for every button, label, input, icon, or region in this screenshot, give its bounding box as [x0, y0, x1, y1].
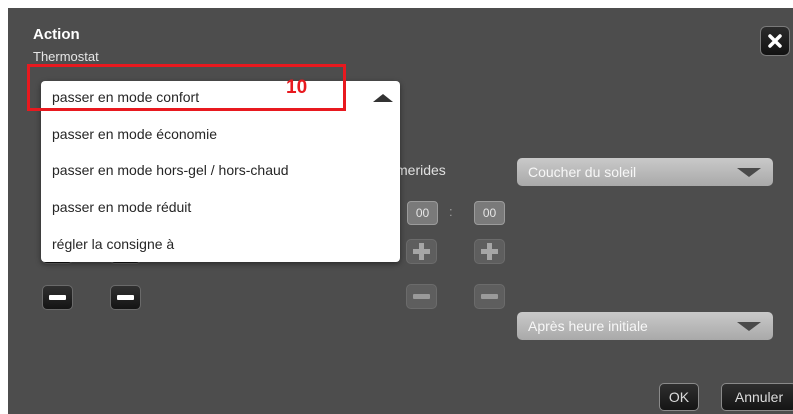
ephemerides-select[interactable]: Coucher du soleil: [517, 158, 773, 186]
dropdown-option-hors-gel[interactable]: passer en mode hors-gel / hors-chaud: [52, 162, 289, 178]
plus-icon: [413, 243, 430, 260]
dialog-title: Action: [33, 26, 80, 43]
plus-icon: [481, 243, 498, 260]
time-separator: :: [449, 204, 453, 219]
chevron-down-icon: [737, 168, 761, 177]
step-number-label: 10: [286, 77, 308, 98]
cancel-button[interactable]: Annuler: [721, 383, 793, 411]
minus-icon: [117, 295, 134, 300]
hour-field[interactable]: 00: [407, 201, 438, 225]
offset-select-value: Après heure initiale: [528, 318, 648, 334]
caret-up-icon[interactable]: [373, 94, 393, 102]
chevron-down-icon: [737, 322, 761, 331]
offset-select[interactable]: Après heure initiale: [517, 312, 773, 340]
dropdown-option-economie[interactable]: passer en mode économie: [52, 126, 217, 142]
device-name: Thermostat: [33, 49, 99, 64]
dropdown-option-reduit[interactable]: passer en mode réduit: [52, 199, 191, 215]
left-minus-button-1[interactable]: [42, 285, 73, 310]
hour-plus-button[interactable]: [406, 239, 437, 264]
left-minus-button-2[interactable]: [110, 285, 141, 310]
close-button[interactable]: [760, 26, 790, 56]
minus-icon: [481, 294, 498, 299]
minus-icon: [49, 295, 66, 300]
dropdown-option-consigne[interactable]: régler la consigne à: [52, 236, 174, 252]
hour-minus-button[interactable]: [406, 284, 437, 309]
minute-plus-button[interactable]: [474, 239, 505, 264]
close-x-icon: [768, 34, 782, 48]
ok-button[interactable]: OK: [659, 383, 699, 411]
ephemerides-select-value: Coucher du soleil: [528, 164, 637, 180]
minute-field[interactable]: 00: [474, 201, 505, 225]
minute-minus-button[interactable]: [474, 284, 505, 309]
ephemerides-label: merides: [396, 162, 446, 178]
minus-icon: [413, 294, 430, 299]
